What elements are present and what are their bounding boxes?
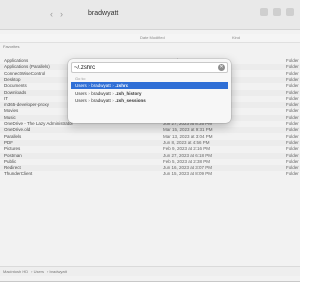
file-name: OneDrive.old	[4, 127, 31, 133]
separator-icon: ›	[88, 98, 90, 103]
file-name: ConnectWiseControl	[4, 70, 46, 76]
path-item[interactable]: › Users	[31, 269, 44, 274]
toolbar-icons	[260, 8, 294, 16]
separator-icon: ›	[112, 90, 114, 96]
suggestion-part: Users	[75, 90, 87, 96]
file-name: Music	[4, 114, 16, 120]
file-kind: Folder	[286, 102, 299, 108]
file-date: Mar 15, 2023 at 9:31 PM	[163, 127, 213, 133]
file-date: Jun 16, 2023 at 3:07 PM	[163, 165, 213, 171]
file-kind: Folder	[286, 165, 299, 171]
file-name: Desktop	[4, 76, 21, 82]
file-name: Downloads	[4, 89, 27, 95]
file-date: Jun 15, 2023 at 8:09 PM	[163, 171, 213, 177]
file-kind: Folder	[286, 58, 299, 63]
suggestion-part: .zshrc	[115, 83, 129, 88]
suggestion-part: bradwyatt	[91, 98, 111, 103]
go-to-hint: Go to:	[75, 76, 86, 81]
file-kind: Folder	[286, 108, 299, 114]
column-header: Date Modified Kind	[0, 34, 300, 43]
go-to-folder-popup: ✕ Go to: Users›bradwyatt›.zshrcUsers›bra…	[68, 59, 231, 123]
path-suggestion[interactable]: Users › bradwyatt › .zsh_sessions	[71, 97, 228, 104]
suggestion-part: .zsh_sessions	[115, 98, 146, 103]
path-suggestion[interactable]: Users › bradwyatt › .zshrc	[71, 82, 228, 89]
file-kind: Folder	[286, 158, 299, 164]
file-date: Mar 13, 2023 at 3:04 PM	[163, 133, 213, 139]
sidebar-section-label: Favorites	[3, 44, 20, 49]
file-row[interactable]: PDF Jun 8, 2023 at 4:56 PM Folder	[0, 139, 300, 146]
file-kind: Folder	[286, 83, 299, 89]
finder-window: ‹ › bradwyatt Date Modified Kind Favorit…	[0, 0, 300, 282]
file-kind: Folder	[286, 127, 299, 133]
file-row[interactable]: Redirect Jun 16, 2023 at 3:07 PM Folder	[0, 165, 300, 172]
clear-circle-icon[interactable]: ✕	[218, 64, 225, 71]
go-to-path-input[interactable]	[71, 62, 228, 73]
separator-icon: ›	[112, 83, 114, 88]
file-kind: Folder	[286, 152, 299, 158]
chevron-left-icon[interactable]: ‹	[50, 9, 53, 19]
file-kind: Folder	[286, 95, 299, 101]
file-date: Jun 27, 2023 at 6:18 PM	[163, 152, 213, 158]
file-date: Feb 9, 2023 at 2:16 PM	[163, 146, 211, 152]
path-item[interactable]: › bradwyatt	[47, 269, 67, 274]
search-icon[interactable]	[286, 8, 294, 16]
path-suggestion[interactable]: Users › bradwyatt › .zsh_history	[71, 90, 228, 97]
suggestion-part: bradwyatt	[91, 90, 111, 96]
file-kind: Folder	[286, 64, 299, 70]
file-kind: Folder	[286, 133, 299, 139]
path-bar: Macintosh HD › Users › bradwyatt	[0, 266, 300, 276]
file-name: OneDrive - The Lazy Administrator	[4, 121, 73, 126]
file-name: Public	[4, 158, 17, 164]
file-name: Applications (Parallels)	[4, 64, 50, 70]
separator-icon: ›	[88, 90, 90, 96]
file-kind: Folder	[286, 76, 299, 82]
file-name: Pictures	[4, 146, 21, 152]
path-item[interactable]: Macintosh HD	[3, 269, 28, 274]
title-bar: ‹ › bradwyatt	[0, 0, 300, 30]
separator-icon: ›	[112, 98, 114, 103]
file-row[interactable]: Postman Jun 27, 2023 at 6:18 PM Folder	[0, 152, 300, 159]
suggestion-part: bradwyatt	[91, 83, 111, 88]
file-kind: Folder	[286, 70, 299, 76]
chevron-right-icon[interactable]: ›	[60, 9, 63, 19]
file-name: PDF	[4, 139, 13, 145]
file-name: Documents	[4, 83, 27, 89]
file-kind: Folder	[286, 139, 299, 145]
file-date: Feb 5, 2023 at 2:38 PM	[163, 158, 211, 164]
column-date-modified[interactable]: Date Modified	[140, 35, 165, 40]
file-name: IT	[4, 95, 8, 101]
separator-icon: ›	[88, 83, 90, 88]
file-name: Parallels	[4, 133, 22, 139]
file-row[interactable]: Public Feb 5, 2023 at 2:38 PM Folder	[0, 159, 300, 165]
window-title: bradwyatt	[88, 10, 119, 17]
file-name: ThunderClient	[4, 171, 33, 177]
file-row[interactable]: Parallels Mar 13, 2023 at 3:04 PM Folder	[0, 134, 300, 140]
suggestion-part: Users	[75, 98, 87, 103]
file-kind: Folder	[286, 146, 299, 152]
file-kind: Folder	[286, 89, 299, 95]
share-icon[interactable]	[273, 8, 281, 16]
file-name: m365-developer-proxy	[4, 102, 50, 108]
column-kind[interactable]: Kind	[232, 35, 240, 40]
file-date: Jun 8, 2023 at 4:56 PM	[163, 139, 210, 145]
file-kind: Folder	[286, 171, 299, 177]
file-name: Postman	[4, 152, 22, 158]
suggestion-part: Users	[75, 83, 87, 88]
file-kind: Folder	[286, 114, 299, 120]
file-row[interactable]: OneDrive.old Mar 15, 2023 at 9:31 PM Folde…	[0, 127, 300, 134]
file-row[interactable]: ThunderClient Jun 15, 2023 at 8:09 PM Fold…	[0, 171, 300, 177]
view-icon[interactable]	[260, 8, 268, 16]
file-row[interactable]: Pictures Feb 9, 2023 at 2:16 PM Folder	[0, 146, 300, 152]
suggestion-part: .zsh_history	[115, 90, 142, 96]
file-name: Applications	[4, 58, 29, 63]
file-name: Movies	[4, 108, 19, 114]
file-name: Redirect	[4, 165, 21, 171]
file-kind: Folder	[286, 121, 299, 126]
